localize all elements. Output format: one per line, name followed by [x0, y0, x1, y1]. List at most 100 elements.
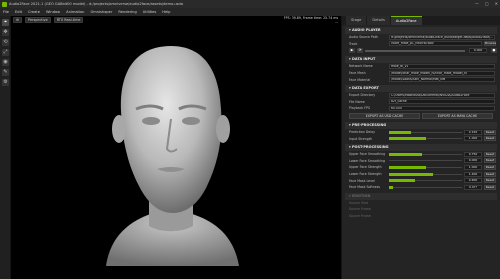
upper-face-strength-slider[interactable] [389, 165, 462, 170]
browse-button[interactable]: Browse [484, 41, 496, 47]
minimize-button[interactable]: — [475, 0, 479, 8]
menu-utilities[interactable]: Utilities [143, 8, 157, 16]
title-bar: Audio2Face 2021.1 (GEO GA8bit00 model) -… [0, 0, 500, 8]
face-mask-level-slider[interactable] [389, 178, 462, 183]
maximize-button[interactable]: ▢ [485, 0, 489, 8]
tab-audio2face[interactable]: Audio2Face [390, 16, 422, 25]
slider-row: Upper Face Smoothing 0.750 Reset [345, 151, 497, 158]
app-window: Audio2Face 2021.1 (GEO GA8bit00 model) -… [0, 0, 500, 279]
audio-source-row: Audio Source Path d:/projects/omniverse/… [345, 34, 497, 41]
menu-omnishaper[interactable]: Omnishaper [90, 8, 112, 16]
render-mode-button[interactable]: RTX Real-time [53, 17, 84, 23]
emotion-section: ▾ EMOTION Source Shot Source Frame Sourc… [345, 192, 497, 220]
face-mesh-render[interactable] [81, 41, 261, 266]
slider-value[interactable]: 1.400 [464, 171, 482, 177]
face-mesh-field[interactable]: /model/char_male_model_hi/char_male_mode… [389, 70, 495, 76]
data-input-header[interactable]: ▾ DATA INPUT [345, 56, 497, 64]
snap-tool-icon[interactable]: ◉ [2, 59, 9, 66]
file-name-label: File Name [349, 99, 365, 104]
face-mask-softness-slider[interactable] [389, 185, 462, 190]
slider-value[interactable]: 0.600 [464, 178, 482, 184]
face-material-field[interactable]: /model/Looks/Skin_Normal/Mat_NM [389, 77, 495, 83]
lower-face-smoothing-slider[interactable] [389, 158, 462, 163]
menu-file[interactable]: File [3, 8, 9, 16]
menu-help[interactable]: Help [162, 8, 170, 16]
track-dropdown[interactable]: voice_male_p1_neutral.wav [389, 41, 482, 47]
reset-button[interactable]: Reset [484, 136, 496, 142]
timeline-slider[interactable] [365, 49, 465, 52]
export-buttons: EXPORT AS USD CACHE EXPORT AS MAYA CACHE [345, 112, 497, 120]
property-panel: Stage Details Audio2Face ▾ AUDIO PLAYER … [341, 16, 500, 279]
playback-fps-field[interactable]: 60.000 [389, 105, 495, 111]
emotion-row: Source Frame [345, 206, 497, 213]
window-title: Audio2Face 2021.1 (GEO GA8bit00 model) -… [9, 2, 184, 6]
slider-value[interactable]: 0.750 [464, 151, 482, 157]
reset-button[interactable]: Reset [484, 129, 496, 135]
lower-face-strength-slider[interactable] [389, 172, 462, 177]
file-name-field[interactable]: a2f_cache [389, 99, 495, 105]
menu-edit[interactable]: Edit [15, 8, 22, 16]
pre-processing-section: ▾ PRE-PROCESSING Prediction Delay 0.150 … [345, 121, 497, 142]
emotion-header[interactable]: ▾ EMOTION [345, 192, 497, 200]
data-export-section: ▾ DATA EXPORT Export Directory C:/Users/… [345, 84, 497, 120]
panel-tabs: Stage Details Audio2Face [342, 16, 500, 25]
time-field[interactable]: 0.000 [469, 48, 487, 54]
loop-icon[interactable]: ⟳ [357, 48, 363, 54]
data-input-section: ▾ DATA INPUT Network Name male_bl_v1 Fac… [345, 56, 497, 83]
fps-readout: FPS: 39.89, Frame time: 25.74 ms [283, 16, 338, 20]
reset-button[interactable]: Reset [484, 158, 496, 164]
menu-window[interactable]: Window [46, 8, 60, 16]
post-processing-header[interactable]: ▾ POST-PROCESSING [345, 143, 497, 151]
face-mesh-label: Face Mesh [349, 71, 366, 76]
tab-stage[interactable]: Stage [346, 16, 367, 25]
input-strength-slider[interactable] [389, 136, 462, 141]
export-maya-cache-button[interactable]: EXPORT AS MAYA CACHE [422, 112, 493, 119]
network-name-row: Network Name male_bl_v1 [345, 63, 497, 70]
move-tool-icon[interactable]: ✥ [2, 29, 9, 36]
export-usd-cache-button[interactable]: EXPORT AS USD CACHE [349, 112, 420, 119]
slider-row: Prediction Delay 0.150 Reset [345, 129, 497, 136]
slider-label: Upper Face Strength [349, 165, 382, 170]
close-button[interactable]: ✕ [495, 0, 498, 8]
settings-tool-icon[interactable]: ⚙ [2, 79, 9, 86]
network-name-label: Network Name [349, 64, 373, 69]
pre-processing-header[interactable]: ▾ PRE-PROCESSING [345, 121, 497, 129]
camera-button[interactable]: Perspective [25, 17, 51, 23]
reset-button[interactable]: Reset [484, 171, 496, 177]
network-name-dropdown[interactable]: male_bl_v1 [389, 63, 495, 69]
slider-value[interactable]: 0.0?? [464, 184, 482, 190]
play-icon[interactable]: ▶ [349, 48, 355, 54]
menu-animation[interactable]: Animation [66, 8, 84, 16]
face-material-label: Face Material [349, 77, 371, 82]
settings-icon[interactable]: ⚙ [13, 17, 23, 23]
slider-value[interactable]: 1.000 [464, 136, 482, 142]
reset-button[interactable]: Reset [484, 164, 496, 170]
playback-fps-label: Playback FPS [349, 106, 371, 111]
slider-value[interactable]: 1.000 [464, 164, 482, 170]
slider-value[interactable]: 0.150 [464, 129, 482, 135]
slider-label: Input Strength [349, 136, 373, 141]
data-export-header[interactable]: ▾ DATA EXPORT [345, 84, 497, 92]
record-icon[interactable]: ● [491, 48, 497, 54]
tab-details[interactable]: Details [367, 16, 390, 25]
reset-button[interactable]: Reset [484, 151, 496, 157]
audio-player-header[interactable]: ▾ AUDIO PLAYER [345, 27, 497, 34]
menu-rendering[interactable]: Rendering [118, 8, 136, 16]
rotate-tool-icon[interactable]: ⟲ [2, 39, 9, 46]
menu-create[interactable]: Create [28, 8, 40, 16]
slider-label: Lower Face Strength [349, 172, 382, 177]
export-directory-field[interactable]: C:/Users/Moondust/Documents/NVIDIA/Audio… [389, 92, 495, 98]
reset-button[interactable]: Reset [484, 184, 496, 190]
face-mesh-row: Face Mesh /model/char_male_model_hi/char… [345, 70, 497, 77]
upper-face-smoothing-slider[interactable] [389, 152, 462, 157]
track-label: Track [349, 41, 358, 46]
reset-button[interactable]: Reset [484, 178, 496, 184]
prediction-delay-slider[interactable] [389, 130, 462, 135]
slider-value[interactable]: 0.000 [464, 158, 482, 164]
viewport[interactable]: ⚙ Perspective RTX Real-time FPS: 39.89, … [11, 16, 341, 279]
paint-tool-icon[interactable]: ✎ [2, 69, 9, 76]
audio-source-field[interactable]: d:/projects/omniverse/audio2face_build/t… [389, 34, 495, 40]
slider-row: Lower Face Smoothing 0.000 Reset [345, 158, 497, 165]
select-tool-icon[interactable]: ⌖ [2, 19, 9, 26]
scale-tool-icon[interactable]: ⤢ [2, 49, 9, 56]
